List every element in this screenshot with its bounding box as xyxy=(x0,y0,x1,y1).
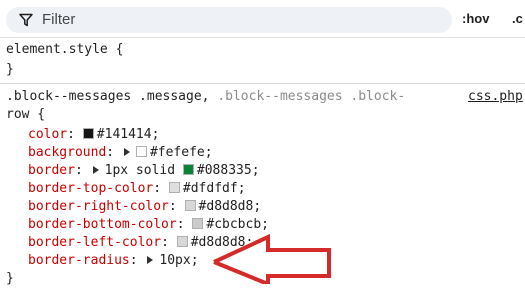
annotation-arrow-icon xyxy=(213,233,331,284)
